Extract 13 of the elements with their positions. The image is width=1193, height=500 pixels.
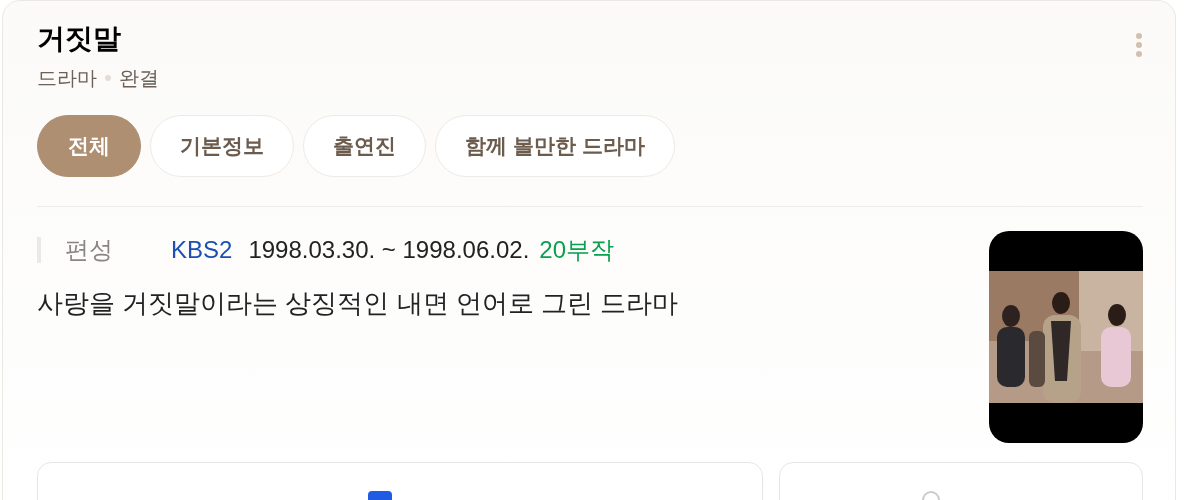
tab[interactable]: 출연진: [303, 115, 426, 177]
tab[interactable]: 기본정보: [150, 115, 294, 177]
description: 사랑을 거짓말이라는 상징적인 내면 언어로 그린 드라마: [37, 287, 679, 320]
broadcast-period: 1998.03.30. ~ 1998.06.02.: [248, 235, 530, 265]
status-label: 완결: [119, 66, 159, 91]
channel-link[interactable]: KBS2: [171, 233, 233, 267]
more-icon[interactable]: [1136, 33, 1142, 57]
title: 거짓말: [37, 22, 121, 56]
genre-label: 드라마: [37, 66, 97, 91]
tab[interactable]: 함께 볼만한 드라마: [435, 115, 675, 177]
thumbnail[interactable]: [989, 231, 1143, 443]
episode-count: 20부작: [539, 235, 614, 265]
info-label: 편성: [65, 235, 114, 265]
